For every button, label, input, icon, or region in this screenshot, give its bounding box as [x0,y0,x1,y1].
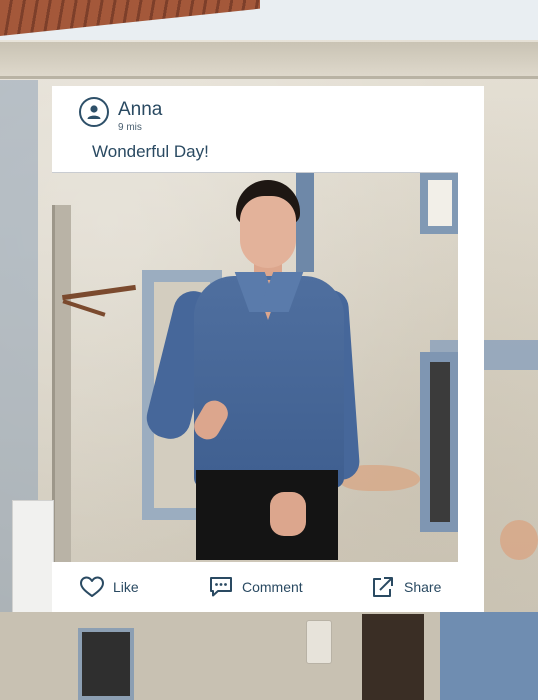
speech-bubble-dots-icon [208,575,234,599]
model-hand [270,492,306,536]
share-arrow-icon [370,575,396,599]
post-actions-bar: Like Comment Share [52,562,484,612]
drain-pipe [52,205,71,565]
header-divider [52,172,484,173]
comment-button[interactable]: Comment [208,575,303,599]
comment-label: Comment [242,579,303,595]
doorway-left [78,628,134,700]
window-right [420,352,460,532]
user-avatar-icon[interactable] [79,97,109,127]
share-label: Share [404,579,442,595]
post-header: Anna 9 mis Wonderful Day! [52,86,484,172]
wall-cornice [0,42,538,79]
user-avatar-icon [87,105,101,119]
peeling-paint [500,520,538,560]
model-figure [142,180,361,560]
wall-switch [306,620,332,664]
black-pants [196,470,338,560]
post-timestamp: 9 mis [118,122,142,133]
user-name[interactable]: Anna [118,99,162,121]
model-face [240,196,296,268]
doorway-right [362,614,424,700]
like-label: Like [113,579,139,595]
blue-wall-lower [440,612,538,700]
heart-outline-icon [79,575,105,599]
share-button[interactable]: Share [370,575,441,599]
like-button[interactable]: Like [79,575,139,599]
post-frame-edge [458,172,484,562]
window-right-top [420,172,460,234]
post-caption: Wonderful Day! [92,142,209,161]
